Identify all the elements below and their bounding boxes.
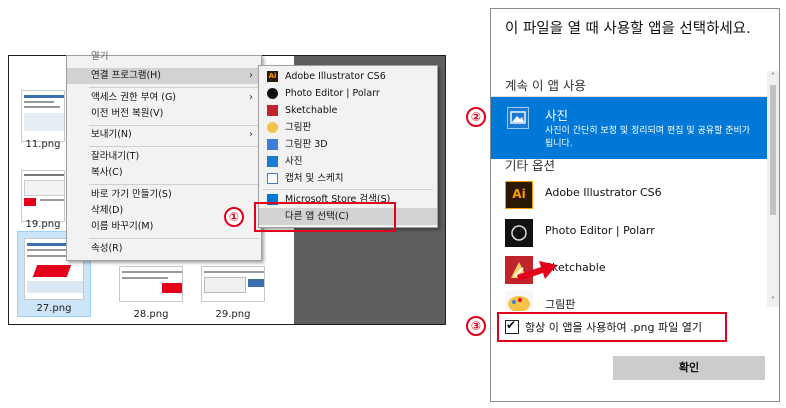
- ctx-item-label: 보내기(N): [91, 129, 132, 140]
- paint-3d-icon: [267, 139, 278, 150]
- sub-item-paint-3d[interactable]: 그림판 3D: [259, 136, 437, 153]
- file-thumbnail: [21, 170, 65, 222]
- open-with-dialog: 이 파일을 열 때 사용할 앱을 선택하세요. 계속 이 앱 사용 사진 사진이…: [490, 8, 780, 402]
- ctx-item-restore-versions[interactable]: 이전 버전 복원(V): [67, 106, 261, 122]
- photos-icon: [507, 107, 529, 129]
- app-name: 그림판: [545, 298, 576, 311]
- dialog-title: 이 파일을 열 때 사용할 앱을 선택하세요.: [505, 21, 751, 37]
- menu-divider: [89, 238, 259, 239]
- menu-divider: [89, 146, 259, 147]
- file-thumbnail: [201, 266, 265, 302]
- file-name: 29.png: [215, 309, 251, 320]
- app-name: Adobe Illustrator CS6: [545, 186, 662, 199]
- file-thumb-29[interactable]: 29.png: [195, 262, 271, 322]
- file-name: 28.png: [133, 309, 169, 320]
- photos-icon: [267, 156, 278, 167]
- sub-item-sketchable[interactable]: Sketchable: [259, 102, 437, 119]
- file-name: 27.png: [36, 303, 72, 314]
- ctx-item-label: 연결 프로그램(H): [91, 70, 162, 81]
- ctx-item-label: 삭제(D): [91, 205, 124, 216]
- menu-divider: [89, 184, 259, 185]
- menu-divider: [89, 87, 259, 88]
- section-other-options: 기타 옵션: [505, 158, 555, 173]
- file-name: 11.png: [25, 139, 61, 150]
- sub-item-label: 그림판 3D: [285, 139, 328, 150]
- ctx-item-open[interactable]: 열기: [67, 49, 261, 65]
- ctx-item-label: 복사(C): [91, 167, 123, 178]
- ctx-item-properties[interactable]: 속성(R): [67, 241, 261, 257]
- callout-box-1: [254, 202, 396, 232]
- file-thumb-11[interactable]: 11.png: [15, 86, 71, 152]
- chevron-right-icon: ›: [249, 92, 253, 103]
- scroll-thumb[interactable]: [770, 85, 776, 215]
- chevron-right-icon: ›: [249, 129, 253, 140]
- app-list-scrollbar[interactable]: ˄ ˅: [767, 71, 779, 307]
- app-option-illustrator[interactable]: Ai Adobe Illustrator CS6: [491, 177, 767, 213]
- section-keep-using: 계속 이 앱 사용: [505, 78, 586, 93]
- sub-item-snip-sketch[interactable]: 캡처 및 스케치: [259, 170, 437, 187]
- ctx-item-send-to[interactable]: 보내기(N) ›: [67, 127, 261, 143]
- file-name: 19.png: [25, 219, 61, 230]
- sub-item-paint[interactable]: 그림판: [259, 119, 437, 136]
- app-option-photos[interactable]: 사진 사진이 간단히 보정 및 정리되며 편집 및 공유할 준비가 됩니다.: [491, 97, 767, 159]
- file-thumb-19[interactable]: 19.png: [15, 166, 71, 232]
- sub-item-illustrator[interactable]: Ai Adobe Illustrator CS6: [259, 68, 437, 85]
- app-option-polarr[interactable]: Photo Editor | Polarr: [491, 215, 767, 251]
- ctx-item-label: 이름 바꾸기(M): [91, 221, 154, 232]
- sub-item-label: Sketchable: [285, 105, 338, 116]
- app-description: 사진이 간단히 보정 및 정리되며 편집 및 공유할 준비가 됩니다.: [545, 126, 751, 149]
- red-arrow-icon: [515, 251, 559, 281]
- ctx-item-label: 잘라내기(T): [91, 151, 140, 162]
- ctx-item-label: 바로 가기 만들기(S): [91, 189, 172, 200]
- sub-item-polarr[interactable]: Photo Editor | Polarr: [259, 85, 437, 102]
- illustrator-icon: Ai: [505, 181, 533, 209]
- sub-item-label: 캡처 및 스케치: [285, 173, 344, 184]
- ctx-item-label: 속성(R): [91, 243, 123, 254]
- callout-badge-2: ②: [466, 107, 486, 127]
- chevron-right-icon: ›: [249, 70, 253, 81]
- file-thumbnail: [21, 90, 65, 142]
- polarr-icon: [267, 88, 278, 99]
- snip-sketch-icon: [267, 173, 278, 184]
- context-menu: 열기 연결 프로그램(H) › 액세스 권한 부여 (G) › 이전 버전 복원…: [66, 51, 262, 261]
- sub-item-label: 사진: [285, 156, 303, 167]
- illustrator-icon: Ai: [267, 71, 278, 82]
- scroll-up-icon[interactable]: ˄: [767, 71, 779, 83]
- sub-item-label: Photo Editor | Polarr: [285, 88, 380, 99]
- file-thumb-28[interactable]: 28.png: [113, 262, 189, 322]
- callout-box-3: [497, 312, 727, 342]
- sketchable-icon: [267, 105, 278, 116]
- scroll-down-icon[interactable]: ˅: [767, 295, 779, 307]
- polarr-icon: [505, 219, 533, 247]
- ctx-item-create-shortcut[interactable]: 바로 가기 만들기(S): [67, 187, 261, 203]
- ctx-item-label: 이전 버전 복원(V): [91, 108, 164, 119]
- ctx-item-give-access[interactable]: 액세스 권한 부여 (G) ›: [67, 90, 261, 106]
- paint-icon: [267, 122, 278, 133]
- callout-badge-3: ③: [466, 316, 486, 336]
- paint-icon: [505, 291, 533, 312]
- sub-item-photos[interactable]: 사진: [259, 153, 437, 170]
- ctx-item-cut[interactable]: 잘라내기(T): [67, 149, 261, 165]
- file-thumbnail: [119, 266, 183, 302]
- ctx-item-copy[interactable]: 복사(C): [67, 165, 261, 181]
- menu-divider: [89, 125, 259, 126]
- menu-divider: [263, 189, 433, 190]
- sub-item-label: Adobe Illustrator CS6: [285, 71, 386, 82]
- ctx-item-label: 액세스 권한 부여 (G): [91, 92, 177, 103]
- app-name: 사진: [545, 108, 569, 123]
- confirm-button[interactable]: 확인: [613, 356, 765, 380]
- app-name: Photo Editor | Polarr: [545, 224, 655, 237]
- callout-badge-1: ①: [224, 207, 244, 227]
- sub-item-label: 그림판: [285, 122, 312, 133]
- ctx-item-open-with[interactable]: 연결 프로그램(H) ›: [67, 68, 261, 84]
